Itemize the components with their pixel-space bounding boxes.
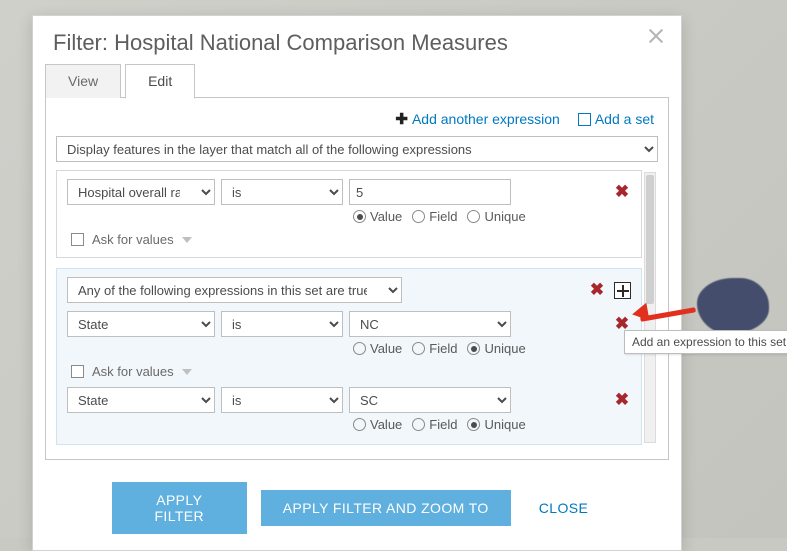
set1-row2-delete-icon[interactable]: ✖ bbox=[613, 390, 631, 410]
apply-filter-button[interactable]: APPLY FILTER bbox=[112, 482, 247, 534]
scrollbar-thumb[interactable] bbox=[646, 175, 654, 304]
set1-row1-field-select[interactable]: State bbox=[67, 311, 215, 337]
expr1-radio-field[interactable]: Field bbox=[412, 209, 457, 224]
filter-dialog: Filter: Hospital National Comparison Mea… bbox=[32, 15, 682, 551]
expressions-scroll-area: Hospital overall rating is ✖ Value Field… bbox=[56, 170, 658, 445]
set1-row1-value-select[interactable]: NC bbox=[349, 311, 511, 337]
expr1-operator-select[interactable]: is bbox=[221, 179, 343, 205]
scrollbar[interactable] bbox=[644, 172, 656, 443]
add-expression-link[interactable]: ✚ Add another expression bbox=[395, 110, 559, 128]
match-rule-select[interactable]: Display features in the layer that match… bbox=[56, 136, 658, 162]
radio-icon bbox=[353, 418, 366, 431]
radio-icon bbox=[467, 342, 480, 355]
expression-block-1: Hospital overall rating is ✖ Value Field… bbox=[56, 170, 642, 258]
match-rule-row: Display features in the layer that match… bbox=[56, 136, 658, 162]
set1-ask-checkbox[interactable] bbox=[71, 365, 84, 378]
radio-icon bbox=[412, 418, 425, 431]
radio-icon bbox=[412, 210, 425, 223]
expression-set-1: Any of the following expressions in this… bbox=[56, 268, 642, 445]
set1-row1-radio-field[interactable]: Field bbox=[412, 341, 457, 356]
radio-icon bbox=[353, 342, 366, 355]
expr1-ask-checkbox[interactable] bbox=[71, 233, 84, 246]
map-region-shape bbox=[697, 278, 769, 334]
radio-icon bbox=[467, 418, 480, 431]
expr1-value-input[interactable] bbox=[349, 179, 511, 205]
dialog-header: Filter: Hospital National Comparison Mea… bbox=[33, 16, 681, 64]
set1-ask-label: Ask for values bbox=[92, 364, 174, 379]
set1-row1-radio-unique[interactable]: Unique bbox=[467, 341, 525, 356]
tab-bar: View Edit bbox=[33, 64, 681, 98]
set1-row2-value-type-row: Value Field Unique bbox=[67, 417, 631, 432]
close-icon[interactable] bbox=[645, 26, 667, 48]
chevron-down-icon[interactable] bbox=[182, 237, 192, 243]
expr1-value-type-row: Value Field Unique bbox=[67, 209, 631, 224]
set1-row2-operator-select[interactable]: is bbox=[221, 387, 343, 413]
expr1-ask-row: Ask for values bbox=[67, 228, 631, 249]
set1-row2-radio-value[interactable]: Value bbox=[353, 417, 402, 432]
tab-view[interactable]: View bbox=[45, 64, 121, 98]
set1-row1-radio-value[interactable]: Value bbox=[353, 341, 402, 356]
set1-delete-icon[interactable]: ✖ bbox=[588, 280, 606, 300]
set1-row1-value-type-row: Value Field Unique bbox=[67, 341, 631, 356]
plus-icon: ✚ bbox=[395, 110, 408, 128]
set1-row2-field-select[interactable]: State bbox=[67, 387, 215, 413]
radio-icon bbox=[353, 210, 366, 223]
box-icon bbox=[578, 113, 591, 126]
set1-row1: State is NC ✖ bbox=[67, 311, 631, 337]
expr1-radio-value[interactable]: Value bbox=[353, 209, 402, 224]
radio-icon bbox=[412, 342, 425, 355]
close-button[interactable]: CLOSE bbox=[525, 490, 602, 526]
set1-row2: State is SC ✖ bbox=[67, 387, 631, 413]
add-expression-tooltip: Add an expression to this set bbox=[624, 330, 787, 354]
panel-top-links: ✚ Add another expression Add a set bbox=[56, 108, 658, 136]
set1-add-expression-icon[interactable] bbox=[614, 282, 631, 299]
expr1-delete-icon[interactable]: ✖ bbox=[613, 182, 631, 202]
set1-row2-radio-unique[interactable]: Unique bbox=[467, 417, 525, 432]
add-expression-label: Add another expression bbox=[412, 111, 560, 127]
expr1-ask-label: Ask for values bbox=[92, 232, 174, 247]
radio-icon bbox=[467, 210, 480, 223]
expr1-field-select[interactable]: Hospital overall rating bbox=[67, 179, 215, 205]
expr1-radio-unique[interactable]: Unique bbox=[467, 209, 525, 224]
tab-edit[interactable]: Edit bbox=[125, 64, 195, 99]
edit-panel: ✚ Add another expression Add a set Displ… bbox=[45, 98, 669, 460]
set1-rule-select[interactable]: Any of the following expressions in this… bbox=[67, 277, 402, 303]
dialog-title: Filter: Hospital National Comparison Mea… bbox=[53, 30, 661, 56]
apply-filter-zoom-button[interactable]: APPLY FILTER AND ZOOM TO bbox=[261, 490, 511, 526]
chevron-down-icon[interactable] bbox=[182, 369, 192, 375]
add-set-link[interactable]: Add a set bbox=[578, 111, 654, 127]
set1-ask-row: Ask for values bbox=[67, 360, 631, 381]
set1-row2-value-select[interactable]: SC bbox=[349, 387, 511, 413]
dialog-footer: APPLY FILTER APPLY FILTER AND ZOOM TO CL… bbox=[33, 472, 681, 550]
set1-header: Any of the following expressions in this… bbox=[67, 277, 631, 303]
add-set-label: Add a set bbox=[595, 111, 654, 127]
set1-row2-radio-field[interactable]: Field bbox=[412, 417, 457, 432]
set1-row1-operator-select[interactable]: is bbox=[221, 311, 343, 337]
